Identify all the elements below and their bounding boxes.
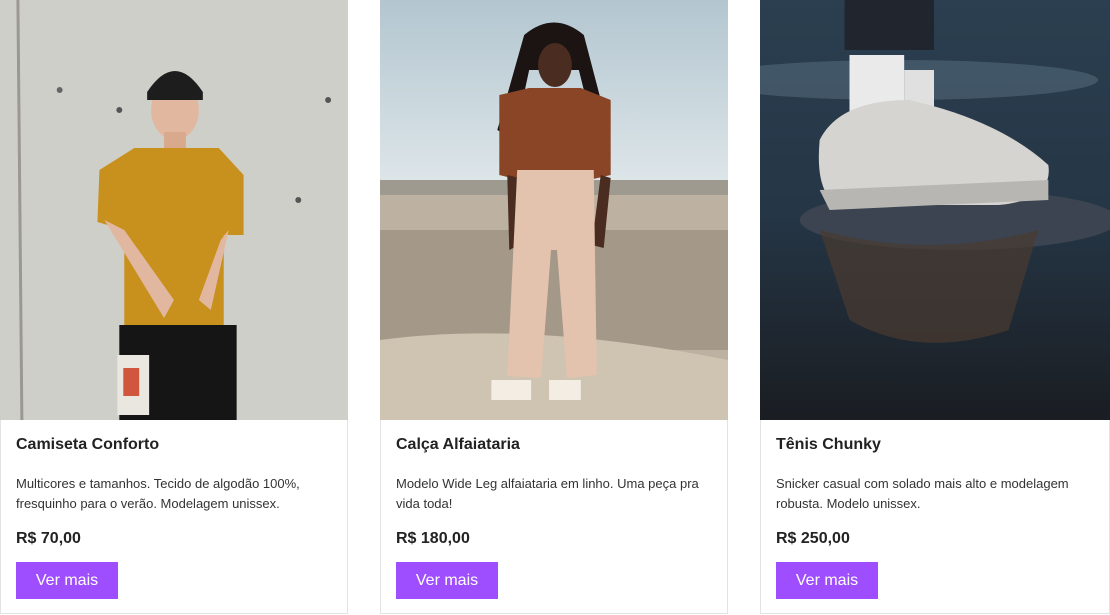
product-description: Multicores e tamanhos. Tecido de algodão…: [16, 476, 300, 511]
product-card: Calça Alfaiataria Modelo Wide Leg alfaia…: [380, 0, 728, 614]
product-price: R$ 250,00: [776, 530, 850, 547]
see-more-button[interactable]: Ver mais: [396, 562, 498, 599]
product-title: Camiseta Conforto: [16, 436, 160, 453]
product-price: R$ 180,00: [396, 530, 470, 547]
see-more-button[interactable]: Ver mais: [16, 562, 118, 599]
product-photo-tshirt: [0, 0, 348, 420]
product-title: Tênis Chunky: [776, 436, 881, 453]
product-image[interactable]: [380, 0, 728, 420]
product-price: R$ 70,00: [16, 530, 81, 547]
product-card: Tênis Chunky Snicker casual com solado m…: [760, 0, 1110, 614]
product-image[interactable]: [760, 0, 1110, 420]
product-card: Camiseta Conforto Multicores e tamanhos.…: [0, 0, 348, 614]
product-title: Calça Alfaiataria: [396, 436, 520, 453]
see-more-button[interactable]: Ver mais: [776, 562, 878, 599]
product-description: Modelo Wide Leg alfaiataria em linho. Um…: [396, 476, 699, 511]
product-description: Snicker casual com solado mais alto e mo…: [776, 476, 1069, 511]
product-image[interactable]: [0, 0, 348, 420]
product-photo-trousers: [380, 0, 728, 420]
product-grid: Camiseta Conforto Multicores e tamanhos.…: [0, 0, 1110, 615]
product-photo-sneakers: [760, 0, 1110, 420]
